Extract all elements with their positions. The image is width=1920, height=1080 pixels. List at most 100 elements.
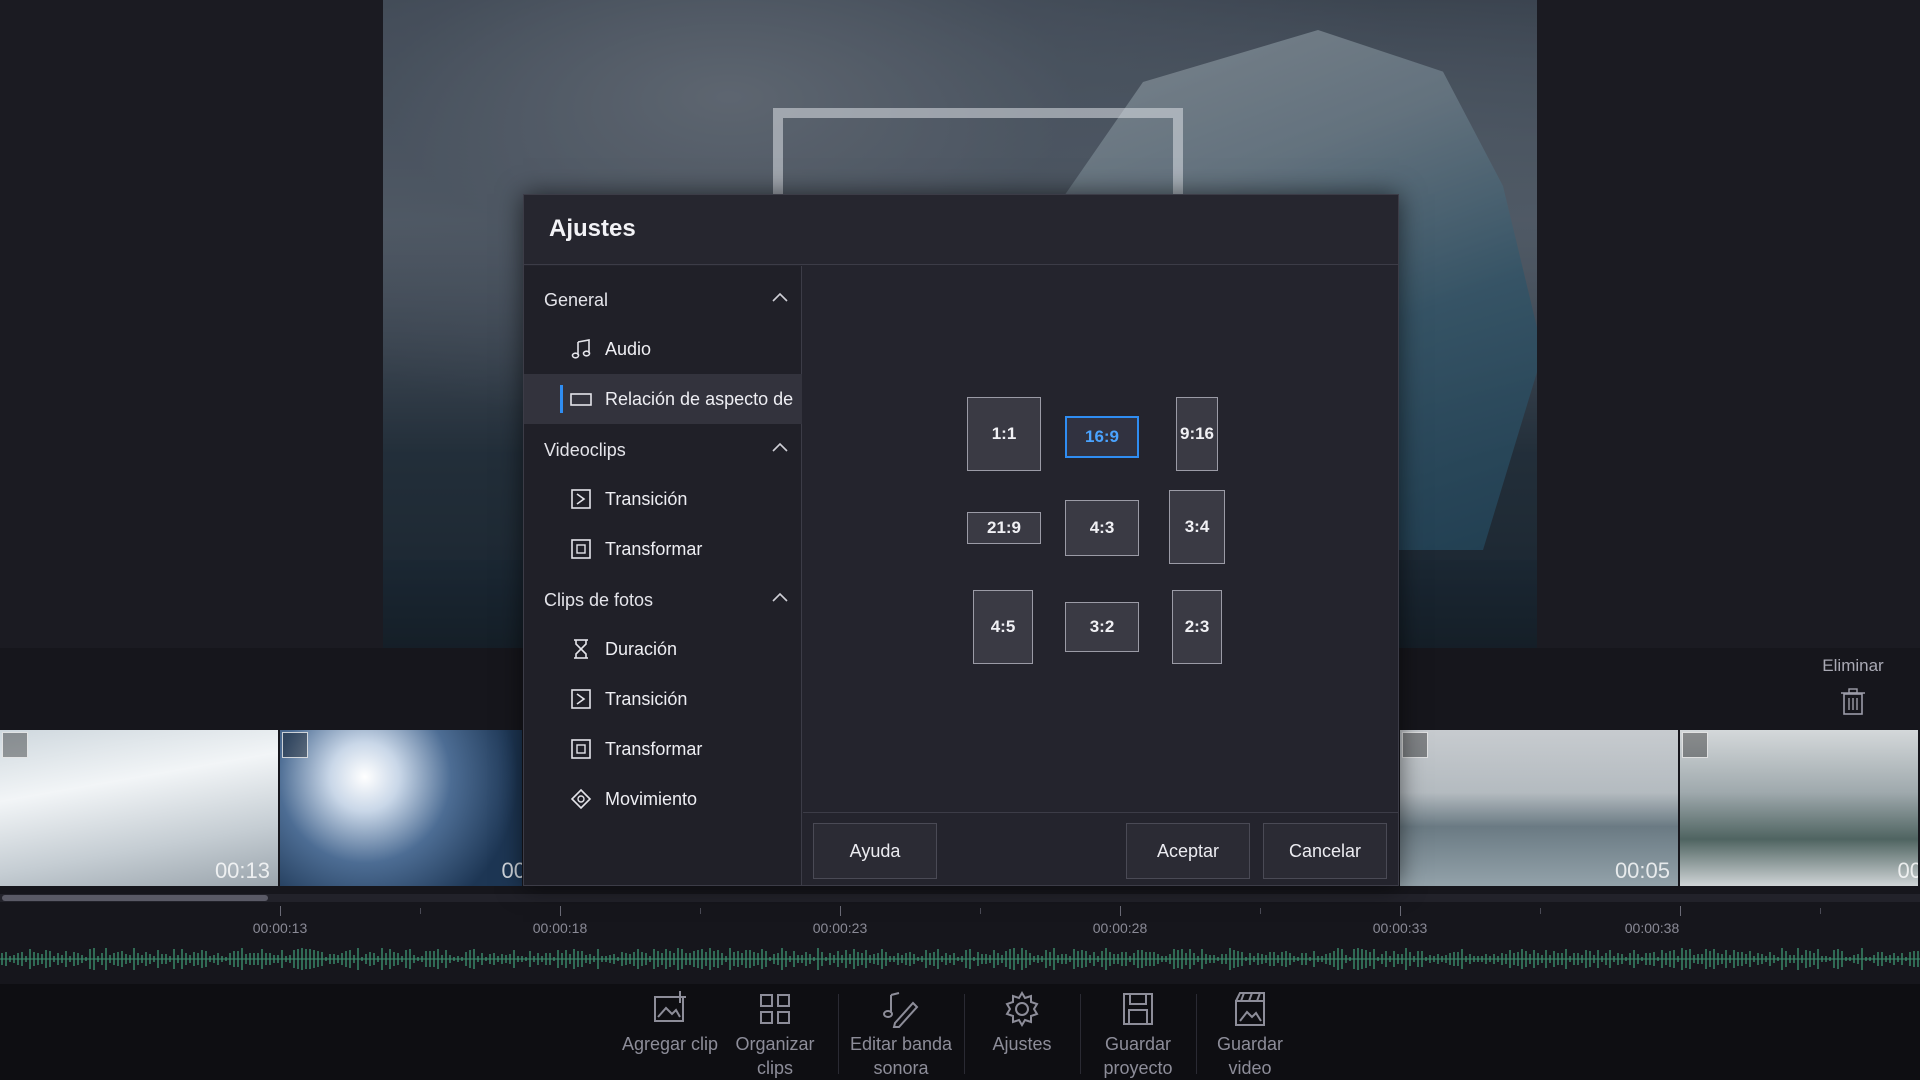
- chevron-up-icon: [772, 592, 788, 602]
- ruler-label: 00:00:18: [532, 920, 588, 936]
- ruler-label: 00:00:28: [1092, 920, 1148, 936]
- photo-clip-icon: [1402, 732, 1428, 758]
- settings-dialog: Ajustes General Audio Relación de aspect…: [523, 194, 1399, 886]
- scrollbar-thumb[interactable]: [2, 895, 268, 901]
- transform-icon: [571, 739, 591, 759]
- clip-thumbnail[interactable]: 00: [280, 730, 524, 886]
- delete-button[interactable]: Eliminar: [1808, 656, 1898, 720]
- ratio-16-9-button[interactable]: 16:9: [1065, 416, 1139, 458]
- clip-thumbnail[interactable]: 00: [1680, 730, 1920, 886]
- time-ruler: 00:00:13 00:00:18 00:00:23 00:00:28 00:0…: [0, 904, 1920, 944]
- nav-item-label: Relación de aspecto de: [605, 389, 794, 409]
- settings-label: Ajustes: [992, 1034, 1052, 1054]
- ratio-3-4-button[interactable]: 3:4: [1169, 490, 1225, 564]
- nav-group-photo-clips[interactable]: Clips de fotos: [524, 576, 802, 622]
- add-clip-button[interactable]: Agregar clip: [620, 984, 720, 1080]
- nav-item-label: Audio: [605, 339, 652, 359]
- timeline-scrollbar[interactable]: [0, 894, 1920, 902]
- ruler-label: 00:00:23: [812, 920, 868, 936]
- transition-icon: [571, 689, 591, 709]
- nav-item-label: Movimiento: [605, 789, 698, 809]
- nav-item-duration[interactable]: Duración: [524, 624, 802, 674]
- clip-image: [280, 730, 522, 886]
- dialog-footer: Ayuda Aceptar Cancelar: [803, 812, 1398, 885]
- motion-icon: [570, 788, 592, 810]
- save-project-label-2: proyecto: [1103, 1058, 1173, 1078]
- nav-group-videoclips[interactable]: Videoclips: [524, 426, 802, 472]
- nav-group-label: Clips de fotos: [544, 590, 654, 610]
- save-project-button[interactable]: Guardar proyecto: [1088, 984, 1188, 1080]
- nav-group-label: General: [544, 290, 609, 310]
- ruler-tick: [280, 906, 281, 916]
- ruler-tick: [980, 908, 981, 914]
- add-image-icon: [654, 991, 686, 1022]
- ruler-tick: [840, 906, 841, 916]
- nav-item-video-transform[interactable]: Transformar: [524, 524, 802, 574]
- nav-item-label: Transformar: [605, 539, 703, 559]
- chevron-up-icon: [772, 442, 788, 452]
- nav-group-label: Videoclips: [544, 440, 626, 460]
- nav-item-photo-transition[interactable]: Transición: [524, 674, 802, 724]
- nav-item-audio[interactable]: Audio: [524, 324, 802, 374]
- clip-thumbnail[interactable]: 00:13: [0, 730, 280, 886]
- nav-item-label: Transformar: [605, 739, 703, 759]
- nav-group-general[interactable]: General: [524, 276, 802, 322]
- photo-clip-icon: [1682, 732, 1708, 758]
- ratio-9-16-button[interactable]: 9:16: [1176, 397, 1218, 471]
- nav-item-aspect-ratio[interactable]: Relación de aspecto de: [524, 374, 802, 424]
- toolbar-divider: [1080, 994, 1081, 1074]
- audio-waveform: [0, 948, 1920, 970]
- edit-soundtrack-label-1: Editar banda: [849, 1034, 953, 1054]
- aspect-ratio-icon: [570, 393, 592, 406]
- ruler-tick: [1540, 908, 1541, 914]
- ratio-4-5-button[interactable]: 4:5: [973, 590, 1033, 664]
- ruler-tick: [1400, 906, 1401, 916]
- ratio-4-3-button[interactable]: 4:3: [1065, 500, 1139, 556]
- photo-clip-icon: [282, 732, 308, 758]
- ratio-3-2-button[interactable]: 3:2: [1065, 602, 1139, 652]
- save-video-label-2: video: [1228, 1058, 1272, 1078]
- settings-button[interactable]: Ajustes: [972, 984, 1072, 1080]
- ruler-tick: [1680, 906, 1681, 916]
- nav-item-motion[interactable]: Movimiento: [524, 774, 802, 824]
- music-pen-icon: [883, 992, 919, 1028]
- trash-icon: [1841, 688, 1865, 715]
- save-video-button[interactable]: Guardar video: [1200, 984, 1300, 1080]
- ruler-tick: [1120, 906, 1121, 916]
- edit-soundtrack-button[interactable]: Editar banda sonora: [846, 984, 956, 1080]
- cancel-button[interactable]: Cancelar: [1263, 823, 1387, 879]
- chevron-up-icon: [772, 292, 788, 302]
- toolbar-divider: [838, 994, 839, 1074]
- add-clip-label: Agregar clip: [621, 1034, 719, 1054]
- clip-thumbnail[interactable]: 00:05: [1400, 730, 1680, 886]
- settings-nav: General Audio Relación de aspecto de Vid…: [524, 266, 802, 885]
- clip-duration: 00:13: [214, 858, 270, 883]
- nav-item-label: Duración: [605, 639, 678, 659]
- clip-duration: 00:05: [1614, 858, 1670, 883]
- help-button[interactable]: Ayuda: [813, 823, 937, 879]
- ruler-label: 00:00:33: [1372, 920, 1428, 936]
- nav-item-photo-transform[interactable]: Transformar: [524, 724, 802, 774]
- ruler-label: 00:00:38: [1624, 920, 1680, 936]
- ratio-2-3-button[interactable]: 2:3: [1172, 590, 1222, 664]
- gear-icon: [1005, 991, 1039, 1027]
- ruler-tick: [1820, 908, 1821, 914]
- music-note-icon: [571, 339, 591, 359]
- accept-button[interactable]: Aceptar: [1126, 823, 1250, 879]
- bottom-toolbar: Agregar clip Organizar clips Editar band…: [0, 984, 1920, 1080]
- toolbar-divider: [1196, 994, 1197, 1074]
- organize-clips-button[interactable]: Organizar clips: [728, 984, 822, 1080]
- ruler-tick: [560, 906, 561, 916]
- organize-clips-label-2: clips: [756, 1058, 793, 1078]
- nav-item-label: Transición: [605, 689, 688, 709]
- save-project-label-1: Guardar: [1104, 1034, 1172, 1054]
- ratio-21-9-button[interactable]: 21:9: [967, 512, 1041, 544]
- edit-soundtrack-label-2: sonora: [873, 1058, 929, 1078]
- video-clip-icon: [2, 732, 28, 758]
- hourglass-icon: [574, 639, 588, 659]
- save-video-label-1: Guardar: [1216, 1034, 1284, 1054]
- export-video-icon: [1235, 992, 1265, 1026]
- clip-image: [1680, 730, 1918, 886]
- nav-item-video-transition[interactable]: Transición: [524, 474, 802, 524]
- ratio-1-1-button[interactable]: 1:1: [967, 397, 1041, 471]
